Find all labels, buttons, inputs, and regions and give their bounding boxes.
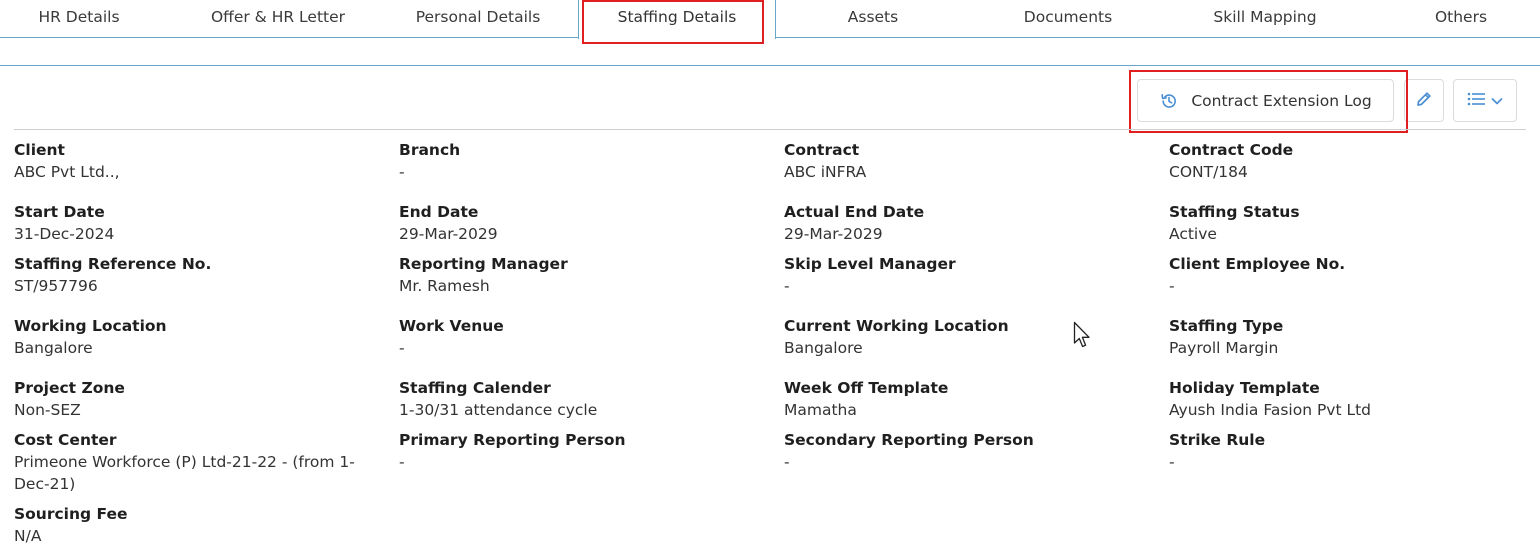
field-label: Client Employee No. (1169, 255, 1346, 273)
field-reporting-manager: Reporting Manager Mr. Ramesh (399, 253, 759, 297)
actions-menu-button[interactable] (1453, 79, 1517, 122)
field-value: CONT/184 (1169, 163, 1248, 181)
field-label: Staffing Reference No. (14, 255, 212, 273)
field-label: Week Off Template (784, 379, 949, 397)
field-label: Primary Reporting Person (399, 431, 626, 449)
field-value: - (399, 453, 405, 471)
field-label: Skip Level Manager (784, 255, 956, 273)
toolbar-divider (14, 129, 1526, 130)
highlight-box (582, 0, 764, 44)
field-contract: Contract ABC iNFRA (784, 139, 1144, 183)
tab-skill-mapping[interactable]: Skill Mapping (1165, 0, 1365, 37)
field-label: Reporting Manager (399, 255, 568, 273)
field-sourcing-fee: Sourcing Fee N/A (14, 503, 374, 545)
tab-offer-hr-letter[interactable]: Offer & HR Letter (178, 0, 378, 37)
field-label: Start Date (14, 203, 105, 221)
field-label: Work Venue (399, 317, 504, 335)
field-secondary-reporting-person: Secondary Reporting Person - (784, 429, 1144, 473)
field-staffing-status: Staffing Status Active (1169, 201, 1529, 245)
field-value: 1-30/31 attendance cycle (399, 401, 598, 419)
field-label: Contract (784, 141, 860, 159)
tab-others[interactable]: Others (1391, 0, 1531, 37)
highlight-box (1129, 70, 1408, 133)
field-skip-level-manager: Skip Level Manager - (784, 253, 1144, 297)
mouse-cursor-icon (1073, 321, 1093, 353)
field-value: 29-Mar-2029 (784, 225, 883, 243)
field-label: Cost Center (14, 431, 117, 449)
field-value: - (1169, 453, 1175, 471)
field-value: Payroll Margin (1169, 339, 1279, 357)
field-value: 29-Mar-2029 (399, 225, 498, 243)
field-value: N/A (14, 527, 42, 545)
tab-assets[interactable]: Assets (773, 0, 973, 37)
tab-documents[interactable]: Documents (968, 0, 1168, 37)
field-contract-code: Contract Code CONT/184 (1169, 139, 1529, 183)
list-icon (1467, 91, 1487, 110)
field-label: Secondary Reporting Person (784, 431, 1034, 449)
field-label: Holiday Template (1169, 379, 1320, 397)
field-value: ABC Pvt Ltd.., (14, 163, 120, 181)
field-label: Actual End Date (784, 203, 925, 221)
field-week-off-template: Week Off Template Mamatha (784, 377, 1144, 421)
field-value: Bangalore (14, 339, 93, 357)
field-label: Contract Code (1169, 141, 1294, 159)
field-project-zone: Project Zone Non-SEZ (14, 377, 374, 421)
field-label: Strike Rule (1169, 431, 1266, 449)
field-value: Mamatha (784, 401, 857, 419)
field-label: Staffing Type (1169, 317, 1284, 335)
field-staffing-calender: Staffing Calender 1-30/31 attendance cyc… (399, 377, 759, 421)
edit-button[interactable] (1404, 79, 1444, 122)
field-client: Client ABC Pvt Ltd.., (14, 139, 374, 183)
field-staffing-reference-no: Staffing Reference No. ST/957796 (14, 253, 374, 297)
field-value: - (784, 277, 790, 295)
field-label: Staffing Status (1169, 203, 1300, 221)
field-value: 31-Dec-2024 (14, 225, 115, 243)
field-value: - (399, 163, 405, 181)
field-client-employee-no: Client Employee No. - (1169, 253, 1529, 297)
field-value: - (784, 453, 790, 471)
field-value: Ayush India Fasion Pvt Ltd (1169, 401, 1372, 419)
field-value: ST/957796 (14, 277, 98, 295)
field-work-venue: Work Venue - (399, 315, 759, 359)
field-primary-reporting-person: Primary Reporting Person - (399, 429, 759, 473)
tab-bar: HR Details Offer & HR Letter Personal De… (0, 0, 1540, 39)
field-staffing-type: Staffing Type Payroll Margin (1169, 315, 1529, 359)
field-start-date: Start Date 31-Dec-2024 (14, 201, 374, 245)
field-value: Mr. Ramesh (399, 277, 490, 295)
field-label: Working Location (14, 317, 167, 335)
field-label: Project Zone (14, 379, 125, 397)
field-value: ABC iNFRA (784, 163, 867, 181)
field-actual-end-date: Actual End Date 29-Mar-2029 (784, 201, 1144, 245)
tab-hr-details[interactable]: HR Details (0, 0, 158, 37)
field-label: Sourcing Fee (14, 505, 128, 523)
field-label: End Date (399, 203, 479, 221)
chevron-down-icon (1491, 91, 1503, 110)
field-value: Non-SEZ (14, 401, 81, 419)
field-label: Client (14, 141, 65, 159)
pencil-icon (1415, 90, 1433, 112)
field-label: Branch (399, 141, 461, 159)
field-strike-rule: Strike Rule - (1169, 429, 1529, 473)
tab-divider (0, 37, 578, 38)
field-value: - (1169, 277, 1175, 295)
field-branch: Branch - (399, 139, 759, 183)
tab-divider (775, 37, 1540, 38)
field-value: Active (1169, 225, 1217, 243)
field-cost-center: Cost Center Primeone Workforce (P) Ltd-2… (14, 429, 379, 495)
field-label: Staffing Calender (399, 379, 551, 397)
field-value: - (399, 339, 405, 357)
field-holiday-template: Holiday Template Ayush India Fasion Pvt … (1169, 377, 1529, 421)
tab-personal-details[interactable]: Personal Details (378, 0, 578, 37)
field-working-location: Working Location Bangalore (14, 315, 374, 359)
field-end-date: End Date 29-Mar-2029 (399, 201, 759, 245)
field-value: Primeone Workforce (P) Ltd-21-22 - (from… (14, 453, 355, 493)
